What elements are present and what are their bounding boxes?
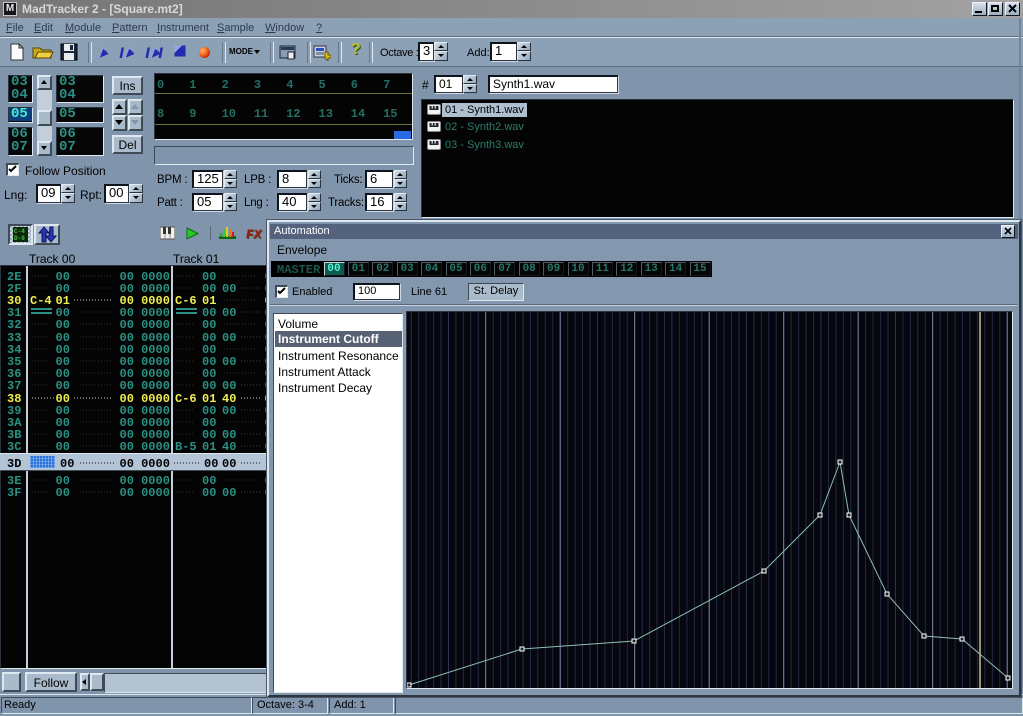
svg-text:C-4: C-4 xyxy=(14,228,25,235)
svg-text:D-6: D-6 xyxy=(14,235,25,242)
